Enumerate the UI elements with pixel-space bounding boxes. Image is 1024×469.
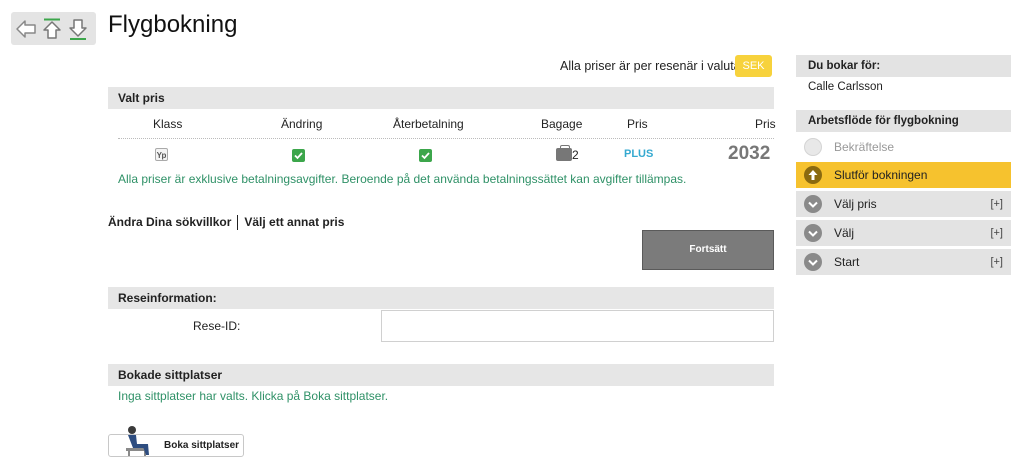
column-header-class: Klass <box>153 117 183 131</box>
chevron-down-circle-icon <box>804 224 822 242</box>
column-header-refund: Återbetalning <box>393 117 464 131</box>
book-seats-button[interactable]: Boka sittplatser <box>108 426 244 457</box>
currency-note: Alla priser är per resenär i valuta <box>560 59 741 73</box>
chevron-down-circle-icon <box>804 253 822 271</box>
change-search-link[interactable]: Ändra Dina sökvillkor <box>108 215 231 229</box>
expand-toggle[interactable]: [+] <box>990 249 1003 275</box>
booking-for-header: Du bokar för: <box>796 55 1011 77</box>
continue-button[interactable]: Fortsätt <box>642 230 774 270</box>
page-title: Flygbokning <box>108 11 238 38</box>
fee-note: Alla priser är exklusive betalningsavgif… <box>118 172 687 186</box>
search-links: Ändra Dina sökvillkor Välj ett annat pris <box>108 215 344 231</box>
column-header-change: Ändring <box>281 117 323 131</box>
currency-badge[interactable]: SEK <box>735 55 772 77</box>
seated-passenger-icon <box>122 424 152 456</box>
workflow-step-label: Slutför bokningen <box>834 168 928 182</box>
refund-allowed-check-icon <box>419 149 432 162</box>
price-value: 2032 <box>728 143 771 164</box>
workflow-step-choose[interactable]: Välj [+] <box>796 220 1011 246</box>
user-name: Calle Carlsson <box>808 81 883 93</box>
up-circle-icon <box>804 166 822 184</box>
workflow-header: Arbetsflöde för flygbokning <box>796 110 1011 132</box>
change-allowed-check-icon <box>292 149 305 162</box>
workflow-step-label: Bekräftelse <box>834 140 895 154</box>
up-arrow-icon[interactable] <box>41 18 63 40</box>
workflow-step-label: Välj <box>834 226 855 240</box>
row-divider <box>118 138 774 139</box>
expand-toggle[interactable]: [+] <box>990 220 1003 246</box>
selected-price-header: Valt pris <box>108 87 774 109</box>
seats-note: Inga sittplatser har valts. Klicka på Bo… <box>118 389 389 403</box>
fare-class-icon: Yp <box>155 148 168 161</box>
column-header-price: Pris <box>755 117 776 131</box>
workflow-step-confirmation: Bekräftelse <box>796 134 1011 160</box>
workflow-step-label: Start <box>834 255 860 269</box>
chevron-down-circle-icon <box>804 195 822 213</box>
fare-name: PLUS <box>624 148 654 160</box>
baggage-count: 2 <box>572 148 579 162</box>
expand-toggle[interactable]: [+] <box>990 191 1003 217</box>
workflow-step-start[interactable]: Start [+] <box>796 249 1011 275</box>
link-separator <box>237 215 239 231</box>
nav-toolbar <box>11 12 96 45</box>
column-header-baggage: Bagage <box>541 117 583 131</box>
book-seats-label: Boka sittplatser <box>164 440 240 451</box>
pending-step-icon <box>804 138 822 156</box>
workflow-step-choose-price[interactable]: Välj pris [+] <box>796 191 1011 217</box>
column-header-price-type: Pris <box>627 117 648 131</box>
booked-seats-header: Bokade sittplatser <box>108 364 774 386</box>
trip-id-input[interactable] <box>381 310 774 342</box>
down-arrow-icon[interactable] <box>67 18 89 40</box>
travel-info-header: Reseinformation: <box>108 287 774 309</box>
choose-other-price-link[interactable]: Välj ett annat pris <box>244 215 344 229</box>
back-arrow-icon[interactable] <box>15 18 37 40</box>
baggage-icon <box>556 145 572 161</box>
trip-id-label: Rese-ID: <box>193 319 241 333</box>
workflow-step-complete-booking[interactable]: Slutför bokningen <box>796 162 1011 188</box>
workflow-step-label: Välj pris <box>834 197 877 211</box>
